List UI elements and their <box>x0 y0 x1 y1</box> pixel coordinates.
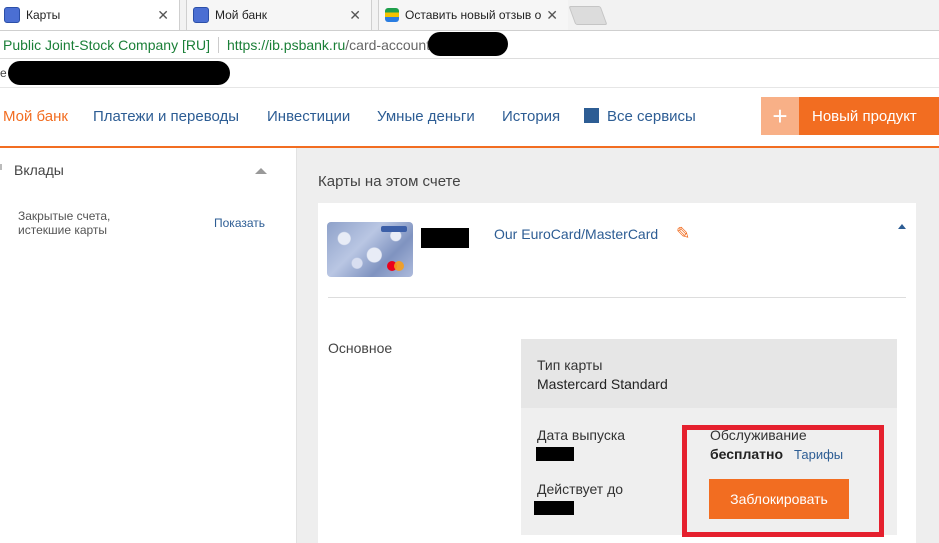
url-text[interactable]: https://ib.psbank.ru/card-account <box>227 37 430 53</box>
redaction-issue-date <box>536 447 574 461</box>
nav-investments[interactable]: Инвестиции <box>267 108 350 125</box>
mastercard-logo-icon <box>387 261 405 271</box>
show-closed-link[interactable]: Показать <box>214 216 265 230</box>
url-host: ib.psbank.ru <box>269 36 346 53</box>
closed-accounts-line1: Закрытые счета, <box>18 209 111 223</box>
nav-history[interactable]: История <box>502 108 560 125</box>
certificate-org: Public Joint-Stock Company [RU] <box>3 36 210 53</box>
nav-payments[interactable]: Платежи и переводы <box>93 108 239 125</box>
card-type-label: Тип карты <box>537 357 603 373</box>
new-product-button[interactable]: + Новый продукт <box>761 97 939 135</box>
tab-cards[interactable]: Карты ✕ <box>0 0 180 30</box>
redaction-url <box>428 32 508 56</box>
collapse-card-icon[interactable] <box>898 224 906 229</box>
psbank-favicon-icon <box>4 7 20 23</box>
bullet-mark <box>0 164 2 170</box>
tab-title: Оставить новый отзыв о <box>405 8 542 22</box>
close-icon[interactable]: ✕ <box>546 7 558 24</box>
collapse-icon[interactable] <box>255 168 267 174</box>
page-title: Карты на этом счете <box>318 173 461 190</box>
section-label-main: Основное <box>328 340 393 356</box>
valid-until-label: Действует до <box>537 481 624 497</box>
browser-tab-bar: Карты ✕ Мой банк ✕ Оставить новый отзыв … <box>0 0 939 31</box>
new-product-label: Новый продукт <box>812 107 917 125</box>
document-favicon-icon <box>385 8 399 22</box>
tab-title: Карты <box>26 8 61 22</box>
card-type-value: Mastercard Standard <box>537 376 668 392</box>
closed-accounts-line2: истекшие карты <box>18 223 108 237</box>
nav-all-services[interactable]: Все сервисы <box>584 108 696 125</box>
issue-date-label: Дата выпуска <box>537 427 626 443</box>
psbank-favicon-icon <box>193 7 209 23</box>
nav-smart-money[interactable]: Умные деньги <box>377 108 475 125</box>
plus-icon: + <box>761 97 799 135</box>
card-type-box: Тип карты Mastercard Standard <box>521 339 897 408</box>
redaction-valid-until <box>534 501 574 515</box>
close-icon[interactable]: ✕ <box>157 7 169 24</box>
bookmark-fragment[interactable]: е <box>0 66 7 80</box>
sidebar: Вклады Закрытые счета, истекшие карты По… <box>0 148 297 543</box>
edit-pencil-icon[interactable]: ✎ <box>676 224 690 244</box>
divider <box>217 36 219 53</box>
tab-title: Мой банк <box>215 8 267 22</box>
tab-my-bank[interactable]: Мой банк ✕ <box>186 0 372 30</box>
all-services-label: Все сервисы <box>607 108 696 125</box>
grid-icon <box>584 108 599 123</box>
card-divider <box>328 297 906 298</box>
redaction-bookmarks <box>8 61 230 85</box>
highlight-annotation <box>682 425 884 537</box>
card-name-link[interactable]: Our EuroCard/MasterCard <box>494 226 658 242</box>
tab-review[interactable]: Оставить новый отзыв о ✕ <box>378 0 568 30</box>
redaction-card-number <box>421 228 469 248</box>
bank-card-image <box>327 222 413 277</box>
new-tab-button[interactable] <box>568 6 608 25</box>
close-icon[interactable]: ✕ <box>349 7 361 24</box>
url-scheme: https:// <box>226 36 269 53</box>
sidebar-section-deposits[interactable]: Вклады <box>14 162 64 178</box>
bank-logo-icon <box>381 226 407 232</box>
nav-my-bank[interactable]: Мой банк <box>3 108 68 125</box>
url-path: /card-account <box>345 36 431 53</box>
